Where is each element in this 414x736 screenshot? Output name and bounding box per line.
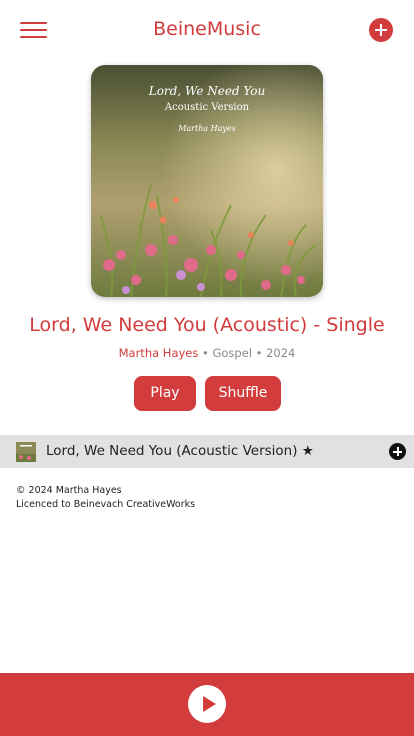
- album-meta: Martha Hayes • Gospel • 2024: [0, 346, 414, 360]
- app-title: BeineMusic: [153, 18, 261, 40]
- cover-subtitle-text: Acoustic Version: [164, 102, 250, 113]
- play-button[interactable]: Play: [134, 376, 196, 411]
- copyright-notice: © 2024 Martha Hayes Licenced to Beinevac…: [16, 484, 195, 512]
- cover-artist-text: Martha Hayes: [178, 124, 236, 133]
- track-thumbnail: [16, 442, 36, 462]
- app-header: BeineMusic: [0, 0, 414, 60]
- license-text: Licenced to Beinevach CreativeWorks: [16, 499, 196, 510]
- add-button[interactable]: [369, 18, 393, 42]
- genre-text: Gospel: [212, 346, 252, 360]
- shuffle-button[interactable]: Shuffle: [205, 376, 281, 411]
- plus-circle-icon[interactable]: [389, 443, 406, 460]
- year-text: 2024: [266, 346, 296, 360]
- copyright-text: © 2024 Martha Hayes: [16, 485, 122, 496]
- album-title: Lord, We Need You (Acoustic) - Single: [29, 314, 385, 336]
- track-title: Lord, We Need You (Acoustic Version) ★: [46, 443, 314, 459]
- player-bar: [0, 673, 414, 736]
- artist-link[interactable]: Martha Hayes: [119, 346, 199, 360]
- meta-separator: •: [252, 346, 267, 360]
- track-row[interactable]: Lord, We Need You (Acoustic Version) ★: [0, 435, 414, 468]
- meta-separator: •: [198, 346, 213, 360]
- cover-title-text: Lord, We Need You: [148, 84, 266, 98]
- album-cover: Lord, We Need You Acoustic Version Marth…: [91, 65, 323, 297]
- play-circle-icon[interactable]: [188, 685, 226, 723]
